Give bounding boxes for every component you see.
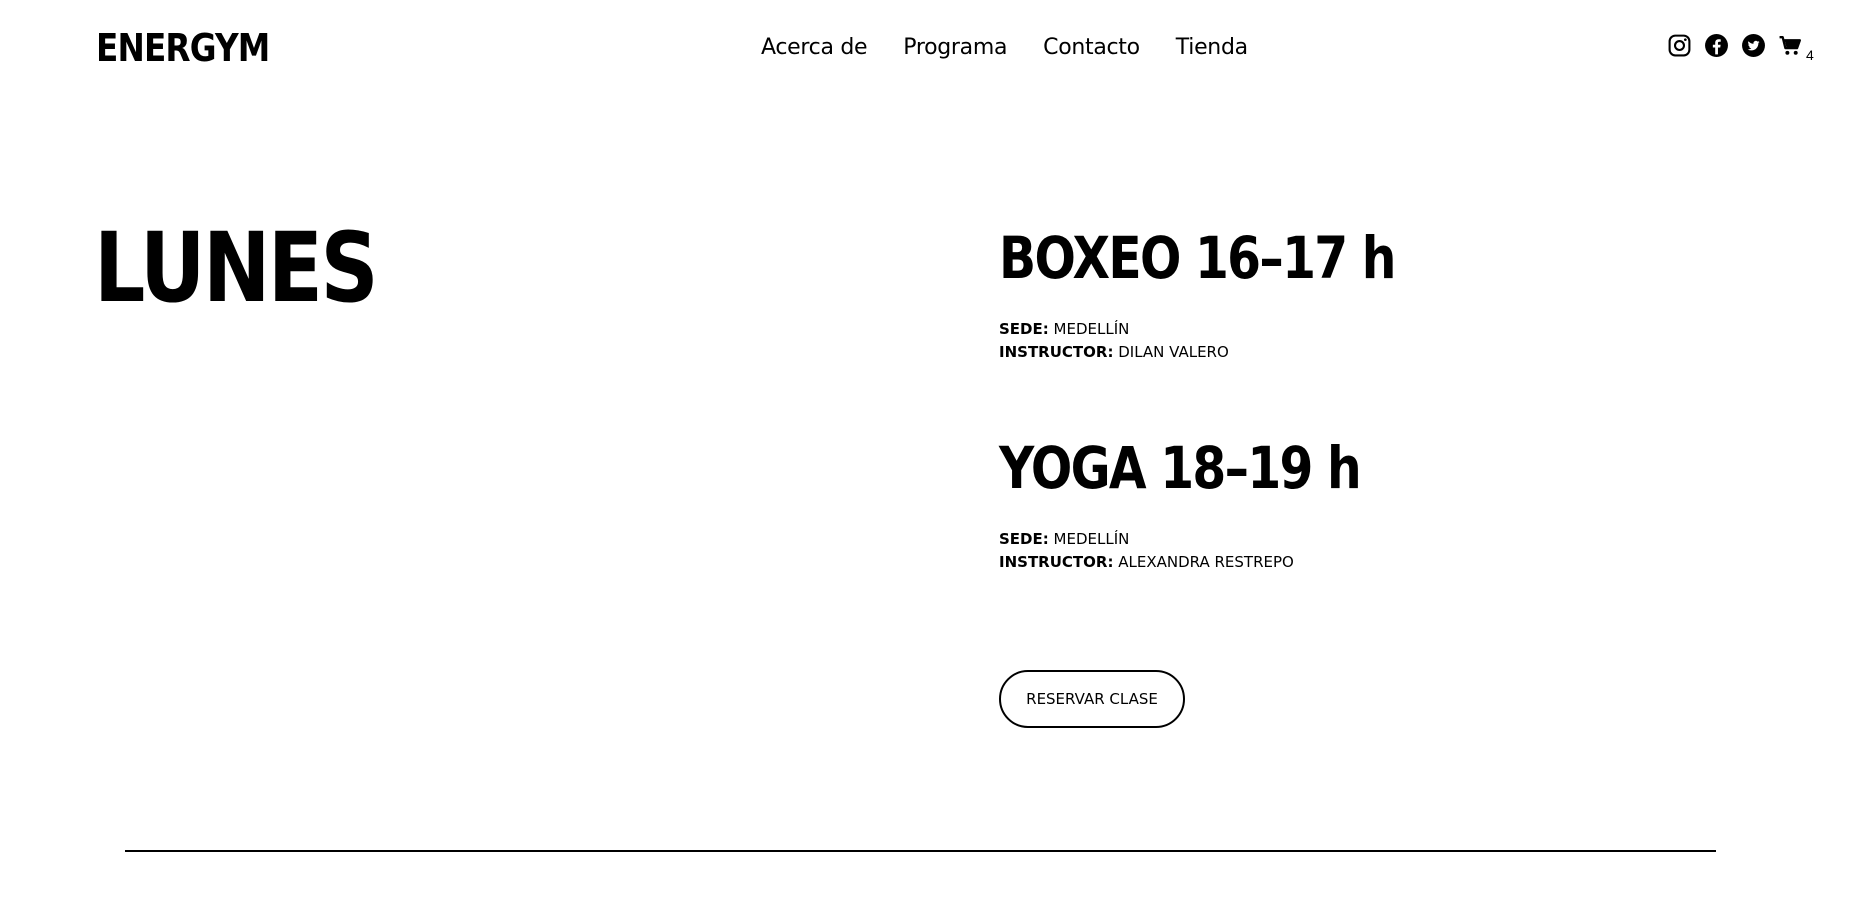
nav-link-tienda[interactable]: Tienda: [1176, 34, 1248, 62]
class-item-boxeo: BOXEO 16–17 h SEDE: MEDELLÍN INSTRUCTOR:…: [999, 226, 1470, 364]
nav-link-programa[interactable]: Programa: [903, 34, 1007, 62]
day-title: LUNES: [94, 212, 379, 324]
instructor-value: DILAN VALERO: [1118, 343, 1229, 361]
twitter-icon[interactable]: [1741, 33, 1766, 58]
page: ENERGYM Acerca de Programa Contacto Tien…: [0, 0, 1855, 921]
cart-count: 4: [1806, 47, 1814, 63]
sede-row: SEDE: MEDELLÍN: [999, 318, 1470, 341]
social-links: 4: [1667, 33, 1814, 62]
site-logo[interactable]: ENERGYM: [96, 26, 270, 70]
instructor-value: ALEXANDRA RESTREPO: [1118, 553, 1294, 571]
cart-icon: [1779, 36, 1802, 55]
cart-button[interactable]: 4: [1778, 33, 1814, 62]
sede-value: MEDELLÍN: [1053, 530, 1130, 548]
sede-label: SEDE:: [999, 530, 1049, 548]
class-list: BOXEO 16–17 h SEDE: MEDELLÍN INSTRUCTOR:…: [999, 226, 1470, 574]
class-item-yoga: YOGA 18–19 h SEDE: MEDELLÍN INSTRUCTOR: …: [999, 436, 1470, 574]
main-nav: Acerca de Programa Contacto Tienda: [761, 34, 1248, 62]
class-meta: SEDE: MEDELLÍN INSTRUCTOR: DILAN VALERO: [999, 318, 1470, 364]
sede-label: SEDE:: [999, 320, 1049, 338]
reserve-class-button[interactable]: RESERVAR CLASE: [999, 670, 1185, 728]
facebook-icon[interactable]: [1704, 33, 1729, 58]
instructor-row: INSTRUCTOR: DILAN VALERO: [999, 341, 1470, 364]
class-title: BOXEO 16–17 h: [999, 224, 1396, 292]
instructor-label: INSTRUCTOR:: [999, 343, 1114, 361]
instructor-label: INSTRUCTOR:: [999, 553, 1114, 571]
class-title: YOGA 18–19 h: [999, 434, 1362, 502]
instructor-row: INSTRUCTOR: ALEXANDRA RESTREPO: [999, 551, 1470, 574]
nav-link-acerca[interactable]: Acerca de: [761, 34, 868, 62]
sede-value: MEDELLÍN: [1053, 320, 1130, 338]
class-meta: SEDE: MEDELLÍN INSTRUCTOR: ALEXANDRA RES…: [999, 528, 1470, 574]
instagram-icon[interactable]: [1667, 33, 1692, 58]
section-divider: [125, 850, 1716, 852]
sede-row: SEDE: MEDELLÍN: [999, 528, 1470, 551]
nav-link-contacto[interactable]: Contacto: [1043, 34, 1140, 62]
